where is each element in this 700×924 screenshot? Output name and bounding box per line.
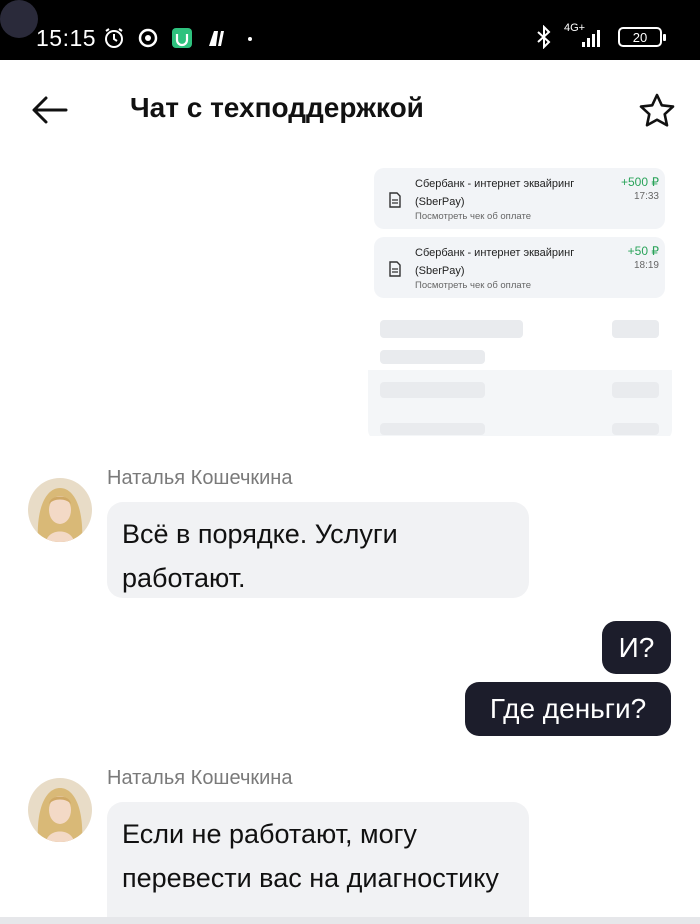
app-badge-icon bbox=[170, 26, 194, 50]
app-logo-icon bbox=[204, 26, 228, 50]
incoming-message[interactable]: Если не работают, могу перевести вас на … bbox=[107, 802, 529, 924]
camera-cutout bbox=[0, 0, 38, 38]
chat-header: Чат с техподдержкой bbox=[0, 60, 700, 160]
status-bar: 15:15 4G+ 20 bbox=[0, 0, 700, 60]
loading-placeholder bbox=[380, 382, 485, 398]
sender-name: Наталья Кошечкина bbox=[107, 467, 293, 489]
avatar[interactable] bbox=[28, 478, 92, 542]
notification-icons bbox=[102, 26, 262, 50]
document-icon bbox=[389, 192, 401, 208]
vpn-icon bbox=[136, 26, 160, 50]
signal-icon: 4G+ bbox=[564, 22, 610, 50]
document-icon bbox=[389, 261, 401, 277]
receipt-screenshot[interactable]: Сбербанк - интернет эквайринг (SberPay) … bbox=[368, 160, 672, 436]
loading-placeholder bbox=[612, 423, 659, 435]
page-title: Чат с техподдержкой bbox=[130, 92, 424, 123]
transaction-card: Сбербанк - интернет эквайринг (SberPay) … bbox=[374, 237, 665, 298]
loading-placeholder bbox=[380, 320, 523, 338]
transaction-amount: +500 ₽ bbox=[621, 175, 659, 189]
bottom-edge bbox=[0, 917, 700, 924]
transaction-card: Сбербанк - интернет эквайринг (SberPay) … bbox=[374, 168, 665, 229]
loading-placeholder bbox=[612, 382, 659, 398]
star-icon bbox=[639, 93, 675, 127]
battery-level: 20 bbox=[632, 29, 648, 45]
transaction-time: 18:19 bbox=[633, 260, 659, 271]
view-receipt-link: Посмотреть чек об оплате bbox=[415, 280, 531, 291]
arrow-left-icon bbox=[32, 96, 68, 124]
sender-name: Наталья Кошечкина bbox=[107, 767, 293, 789]
battery-icon: 20 bbox=[618, 27, 666, 47]
transaction-merchant: Сбербанк - интернет эквайринг (SberPay) bbox=[415, 178, 575, 208]
loading-placeholder bbox=[612, 320, 659, 338]
bluetooth-icon bbox=[532, 25, 556, 49]
status-time: 15:15 bbox=[36, 25, 97, 51]
outgoing-message[interactable]: Где деньги? bbox=[465, 682, 671, 736]
dot-icon bbox=[238, 26, 262, 50]
system-icons: 4G+ 20 bbox=[532, 22, 666, 50]
transaction-merchant: Сбербанк - интернет эквайринг (SberPay) bbox=[415, 247, 575, 277]
favorite-button[interactable] bbox=[638, 92, 676, 130]
outgoing-message[interactable]: И? bbox=[602, 621, 671, 674]
loading-placeholder bbox=[380, 350, 485, 364]
loading-placeholder bbox=[380, 423, 485, 435]
back-button[interactable] bbox=[30, 94, 70, 126]
transaction-time: 17:33 bbox=[633, 191, 659, 202]
avatar[interactable] bbox=[28, 778, 92, 842]
transaction-amount: +50 ₽ bbox=[627, 244, 659, 258]
alarm-icon bbox=[102, 26, 126, 50]
incoming-message[interactable]: Всё в порядке. Услуги работают. bbox=[107, 502, 529, 598]
view-receipt-link: Посмотреть чек об оплате bbox=[415, 211, 531, 222]
